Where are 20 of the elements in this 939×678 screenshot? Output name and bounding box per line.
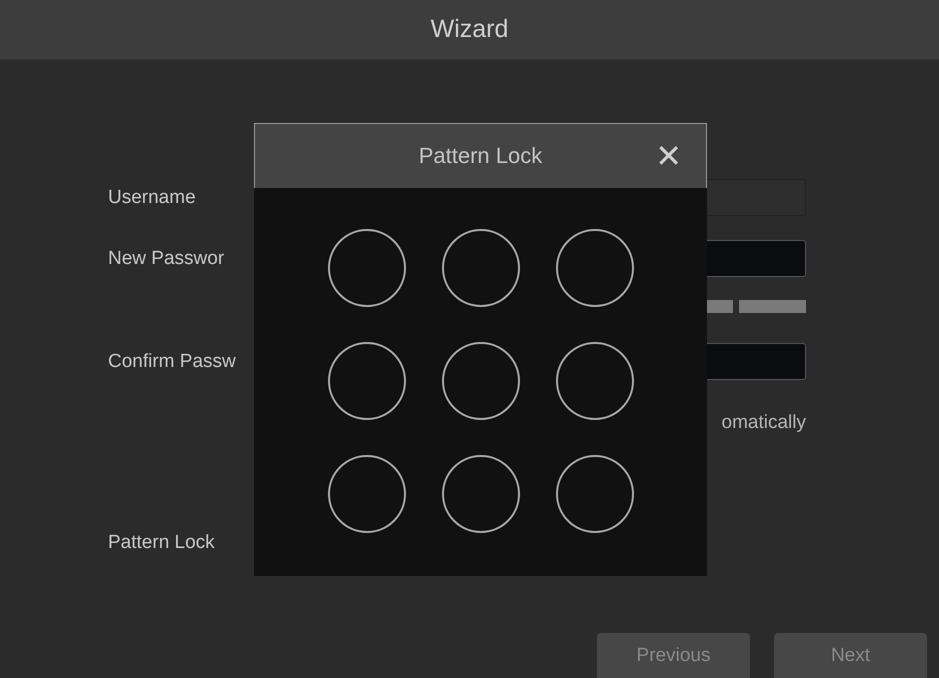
pattern-dot[interactable] bbox=[556, 229, 634, 307]
previous-button[interactable]: Previous bbox=[597, 633, 750, 678]
field-label: Username bbox=[108, 186, 196, 208]
window-title: Wizard bbox=[430, 15, 508, 44]
pattern-dot[interactable] bbox=[442, 455, 520, 533]
dialog-title: Pattern Lock bbox=[418, 143, 542, 169]
close-button[interactable]: ✕ bbox=[655, 138, 682, 174]
pattern-dot[interactable] bbox=[328, 229, 406, 307]
field-label: Confirm Passw bbox=[108, 350, 236, 372]
pattern-dot[interactable] bbox=[556, 342, 634, 420]
pattern-dot[interactable] bbox=[556, 455, 634, 533]
strength-segment bbox=[739, 300, 806, 313]
pattern-dot[interactable] bbox=[442, 229, 520, 307]
field-label: Pattern Lock bbox=[108, 532, 215, 554]
pattern-dot[interactable] bbox=[328, 342, 406, 420]
next-button[interactable]: Next bbox=[774, 633, 927, 678]
pattern-dot[interactable] bbox=[328, 455, 406, 533]
pattern-dot[interactable] bbox=[442, 342, 520, 420]
option-text: omatically bbox=[722, 412, 806, 434]
field-label: New Passwor bbox=[108, 248, 224, 270]
